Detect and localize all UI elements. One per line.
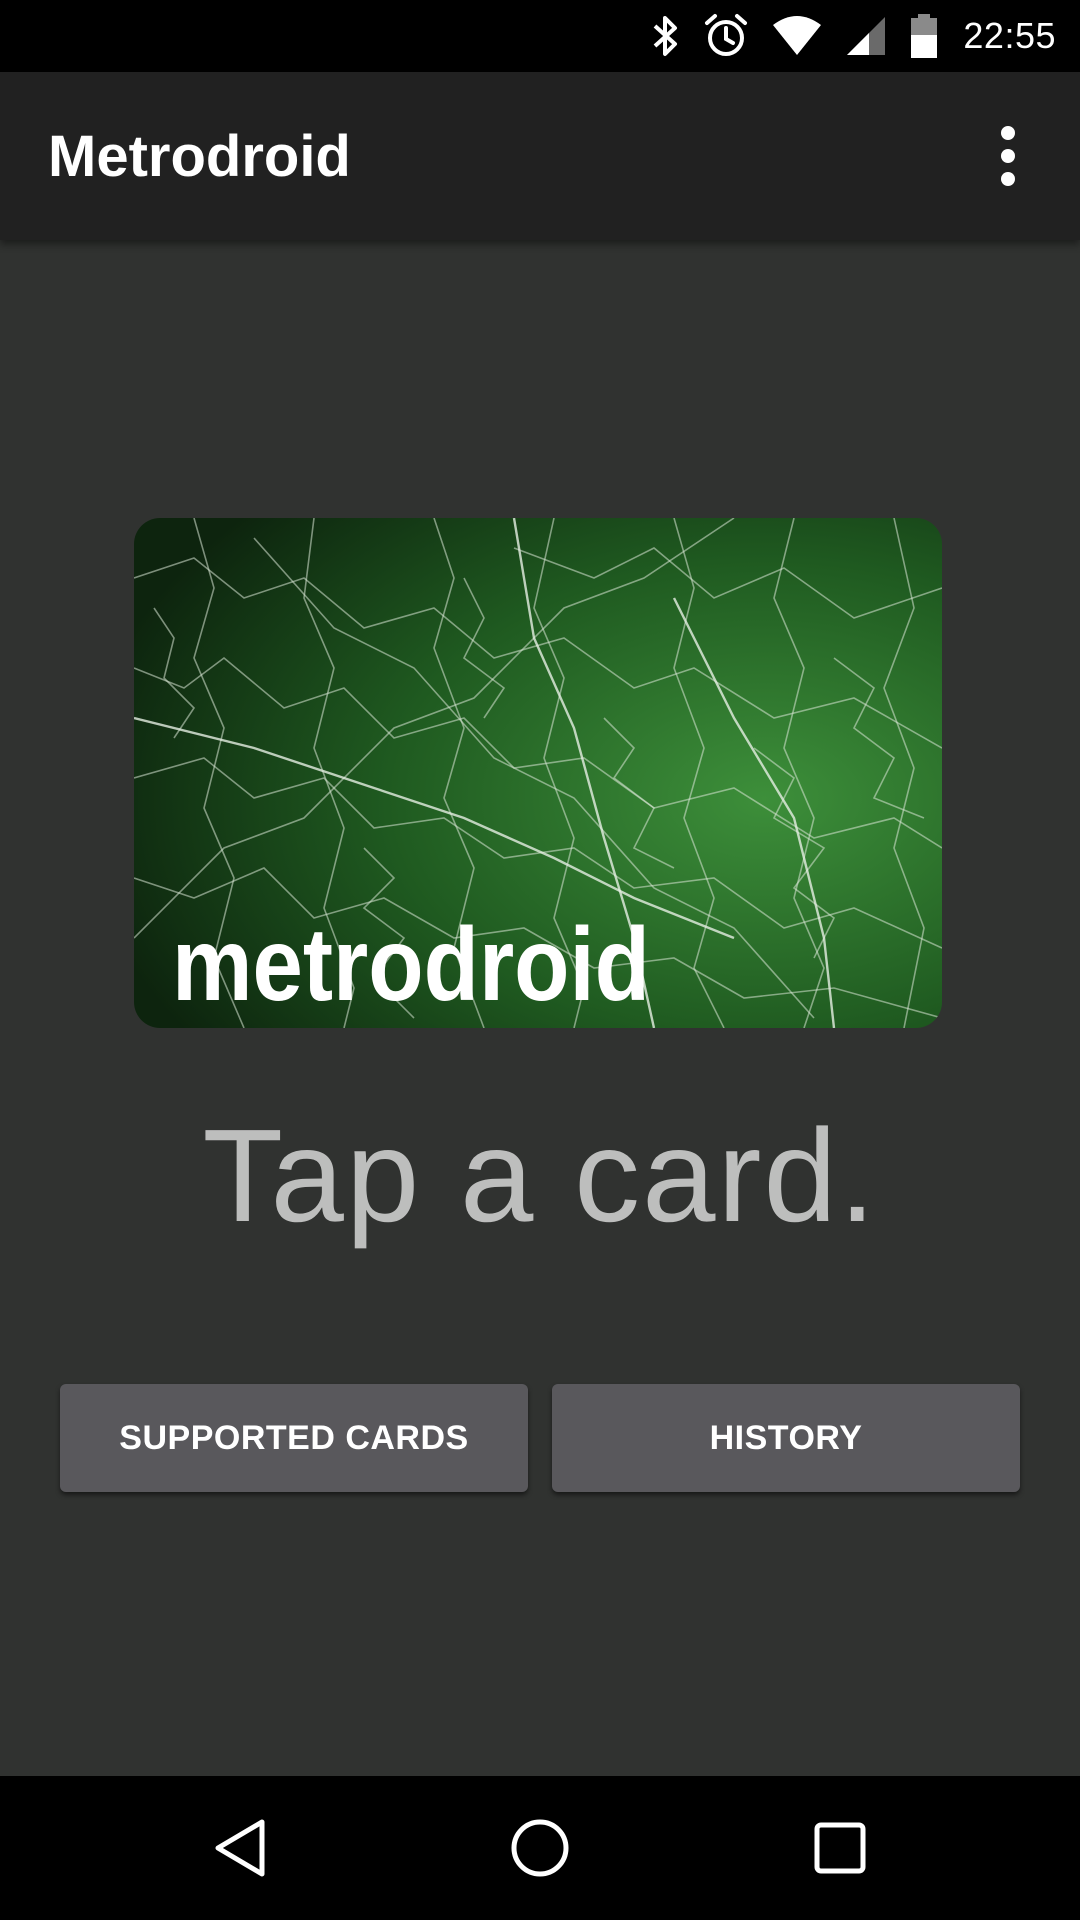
more-vert-icon[interactable] — [972, 108, 1044, 204]
home-icon[interactable] — [460, 1776, 620, 1920]
status-time: 22:55 — [963, 15, 1056, 56]
history-button[interactable]: HISTORY — [552, 1384, 1020, 1492]
tap-card-prompt: Tap a card. — [202, 1102, 878, 1249]
status-icons — [651, 13, 939, 59]
wifi-icon — [771, 15, 823, 57]
app-title: Metrodroid — [48, 123, 351, 189]
overflow-dot — [1001, 126, 1015, 140]
overflow-dot — [1001, 172, 1015, 186]
overflow-dot — [1001, 149, 1015, 163]
status-bar: 22:55 — [0, 0, 1080, 72]
cell-signal-icon — [845, 15, 887, 57]
navigation-bar — [0, 1776, 1080, 1920]
card-logo-text: metrodroid — [172, 907, 650, 1023]
recents-icon[interactable] — [760, 1776, 920, 1920]
battery-icon — [909, 13, 939, 59]
card-image: metrodroid — [134, 518, 942, 1028]
bluetooth-icon — [651, 14, 681, 58]
alarm-icon — [703, 13, 749, 59]
back-icon[interactable] — [160, 1776, 320, 1920]
supported-cards-button[interactable]: SUPPORTED CARDS — [60, 1384, 528, 1492]
app-bar: Metrodroid — [0, 72, 1080, 240]
